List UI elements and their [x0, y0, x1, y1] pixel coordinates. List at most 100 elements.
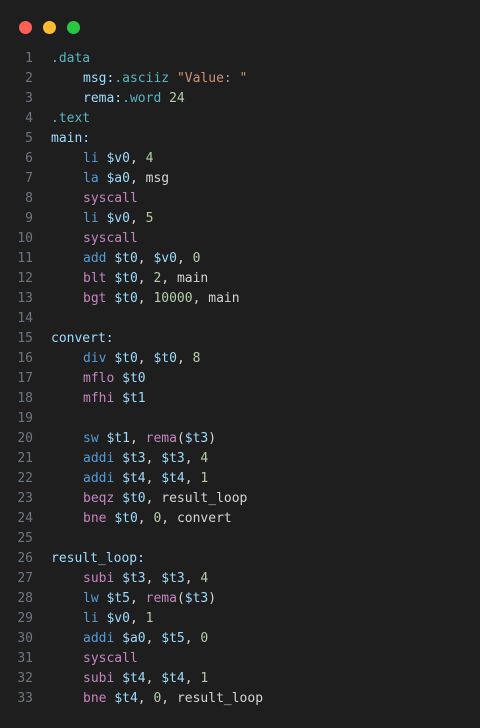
code-token: ,: [137, 271, 154, 286]
line-number: 23: [17, 491, 33, 506]
code-line[interactable]: 20 sw $t1, rema($t3): [0, 429, 480, 449]
line-number: 12: [17, 271, 33, 286]
code-token: $t0: [114, 511, 138, 526]
code-line[interactable]: 9 li $v0, 5: [0, 209, 480, 229]
code-token: la: [83, 171, 99, 186]
code-line[interactable]: 12 blt $t0, 2, main: [0, 269, 480, 289]
code-line[interactable]: 6 li $v0, 4: [0, 149, 480, 169]
code-line[interactable]: 5 main:: [0, 129, 480, 149]
code-token: bgt: [83, 291, 107, 306]
code-token: ,: [145, 571, 162, 586]
minimize-button[interactable]: [43, 21, 56, 34]
code-line[interactable]: 17 mflo $t0: [0, 369, 480, 389]
code-token: ,: [145, 671, 162, 686]
line-number: 28: [17, 591, 33, 606]
code-token: result_loop: [161, 491, 248, 506]
code-line[interactable]: 10 syscall: [0, 229, 480, 249]
line-number: 11: [17, 251, 33, 266]
code-token: 4: [145, 151, 154, 166]
code-line[interactable]: 32 subi $t4, $t4, 1: [0, 669, 480, 689]
code-line[interactable]: 27 subi $t3, $t3, 4: [0, 569, 480, 589]
code-token: syscall: [83, 231, 138, 246]
code-token: li: [83, 151, 99, 166]
code-line[interactable]: 7 la $a0, msg: [0, 169, 480, 189]
line-number: 27: [17, 571, 33, 586]
code-line[interactable]: 29 li $v0, 1: [0, 609, 480, 629]
code-token: msg: [145, 171, 170, 186]
code-line[interactable]: 2 msg:.asciiz "Value: ": [0, 69, 480, 89]
code-token: syscall: [83, 651, 138, 666]
code-line[interactable]: 11 add $t0, $v0, 0: [0, 249, 480, 269]
code-token: $t1: [122, 391, 146, 406]
code-line[interactable]: 14: [0, 309, 480, 329]
code-token: $t0: [153, 351, 177, 366]
code-token: subi: [83, 671, 115, 686]
code-line[interactable]: 33 bne $t4, 0, result_loop: [0, 689, 480, 709]
code-token: $v0: [106, 211, 130, 226]
line-number: 33: [17, 691, 33, 706]
code-token: addi: [83, 631, 115, 646]
code-line[interactable]: 19: [0, 409, 480, 429]
line-source: rema:.word 24: [83, 89, 185, 109]
line-source: bne $t4, 0, result_loop: [83, 689, 263, 709]
line-source: mfhi $t1: [83, 389, 146, 409]
line-source: beqz $t0, result_loop: [83, 489, 247, 509]
code-line[interactable]: 15 convert:: [0, 329, 480, 349]
line-source: li $v0, 4: [83, 149, 153, 169]
code-line[interactable]: 25: [0, 529, 480, 549]
line-source: div $t0, $t0, 8: [83, 349, 200, 369]
code-token: .text: [51, 111, 91, 126]
code-line[interactable]: 18 mfhi $t1: [0, 389, 480, 409]
code-token: msg:: [83, 71, 115, 86]
maximize-button[interactable]: [67, 21, 80, 34]
code-token: $t5: [106, 591, 130, 606]
code-token: li: [83, 611, 99, 626]
code-token: bne: [83, 511, 107, 526]
code-token: ,: [161, 691, 177, 706]
line-source: lw $t5, rema($t3): [83, 589, 216, 609]
close-button[interactable]: [19, 21, 32, 34]
code-line[interactable]: 28 lw $t5, rema($t3): [0, 589, 480, 609]
line-source: li $v0, 5: [83, 209, 153, 229]
line-number: 20: [17, 431, 33, 446]
code-line[interactable]: 22 addi $t4, $t4, 1: [0, 469, 480, 489]
code-line[interactable]: 26 result_loop:: [0, 549, 480, 569]
line-number: 1: [25, 51, 33, 66]
code-token: ,: [176, 351, 193, 366]
code-token: $t4: [122, 471, 146, 486]
code-token: ,: [145, 451, 162, 466]
code-line[interactable]: 3 rema:.word 24: [0, 89, 480, 109]
code-token: $t0: [114, 291, 138, 306]
code-token: $t3: [184, 431, 209, 446]
code-token: result_loop: [176, 691, 264, 706]
code-line[interactable]: 13 bgt $t0, 10000, main: [0, 289, 480, 309]
line-source: result_loop:: [51, 549, 145, 569]
code-editor[interactable]: 1 .data 2 msg:.asciiz "Value: " 3 rema:.word …: [0, 49, 480, 709]
code-line[interactable]: 1 .data: [0, 49, 480, 69]
code-token: $t3: [122, 451, 146, 466]
code-token: ,: [137, 251, 154, 266]
code-token: $v0: [106, 151, 130, 166]
code-token: $a0: [122, 631, 146, 646]
code-line[interactable]: 4 .text: [0, 109, 480, 129]
line-number: 5: [25, 131, 33, 146]
code-line[interactable]: 30 addi $a0, $t5, 0: [0, 629, 480, 649]
code-line[interactable]: 8 syscall: [0, 189, 480, 209]
line-number: 24: [17, 511, 33, 526]
code-token: ,: [129, 591, 146, 606]
code-line[interactable]: 31 syscall: [0, 649, 480, 669]
code-line[interactable]: 21 addi $t3, $t3, 4: [0, 449, 480, 469]
code-token: ,: [129, 611, 146, 626]
line-number: 3: [25, 91, 33, 106]
code-line[interactable]: 16 div $t0, $t0, 8: [0, 349, 480, 369]
line-source: la $a0, msg: [83, 169, 169, 189]
line-source: add $t0, $v0, 0: [83, 249, 200, 269]
code-line[interactable]: 23 beqz $t0, result_loop: [0, 489, 480, 509]
code-line[interactable]: 24 bne $t0, 0, convert: [0, 509, 480, 529]
